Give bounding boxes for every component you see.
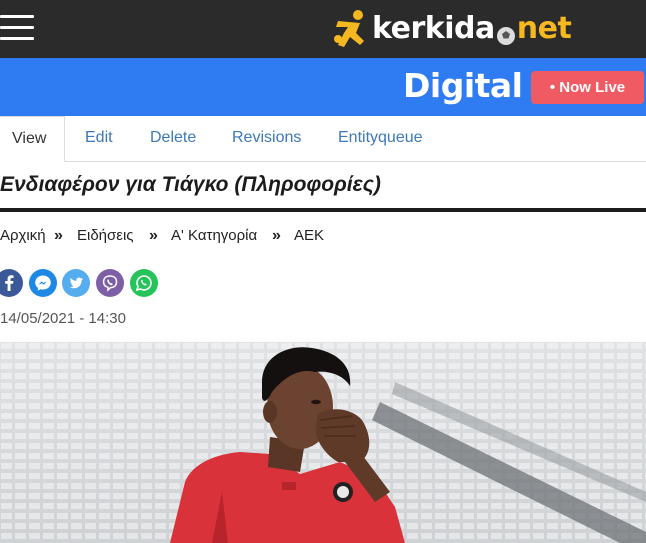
breadcrumb-item-news[interactable]: Ειδήσεις: [77, 226, 134, 246]
messenger-icon: [35, 275, 51, 291]
breadcrumb-separator: »: [54, 227, 63, 244]
running-player-icon: [334, 10, 364, 47]
logo-word-kerkida: kerkida: [372, 11, 495, 46]
tab-entityqueue[interactable]: Entityqueue: [338, 116, 423, 162]
site-header: kerkida net: [0, 0, 646, 58]
share-twitter-button[interactable]: [62, 269, 90, 297]
breadcrumb-item-category[interactable]: Α' Κατηγορία: [171, 226, 257, 246]
share-facebook-button[interactable]: [0, 269, 23, 297]
share-viber-button[interactable]: [96, 269, 124, 297]
hamburger-icon[interactable]: [0, 15, 34, 41]
breadcrumb-separator: »: [149, 227, 158, 244]
article-title: Ενδιαφέρον για Τιάγκο (Πληροφορίες): [0, 173, 381, 196]
facebook-icon: [5, 275, 14, 291]
twitter-icon: [69, 277, 83, 289]
football-player-photo: [0, 342, 646, 543]
digital-label: Digital: [403, 66, 523, 105]
logo-word-net: net: [516, 11, 572, 46]
tab-view[interactable]: View: [0, 116, 65, 162]
site-logo[interactable]: kerkida net: [330, 6, 572, 52]
title-divider: [0, 208, 646, 212]
viber-icon: [102, 275, 118, 292]
digital-banner: Digital • Now Live: [0, 58, 646, 116]
share-messenger-button[interactable]: [29, 269, 57, 297]
breadcrumb-item-aek[interactable]: ΑΕΚ: [294, 226, 324, 246]
now-live-button[interactable]: • Now Live: [531, 71, 644, 104]
football-icon: [496, 27, 515, 45]
article-date: 14/05/2021 - 14:30: [0, 310, 126, 327]
breadcrumb-item-home[interactable]: Αρχική: [0, 226, 46, 246]
tab-delete[interactable]: Delete: [150, 116, 196, 162]
admin-tabs: View Edit Delete Revisions Entityqueue: [0, 116, 646, 162]
tab-edit[interactable]: Edit: [85, 116, 113, 162]
whatsapp-icon: [135, 275, 152, 292]
breadcrumb-separator: »: [272, 227, 281, 244]
share-whatsapp-button[interactable]: [130, 269, 158, 297]
tab-revisions[interactable]: Revisions: [232, 116, 301, 162]
article-hero-image: [0, 342, 646, 543]
